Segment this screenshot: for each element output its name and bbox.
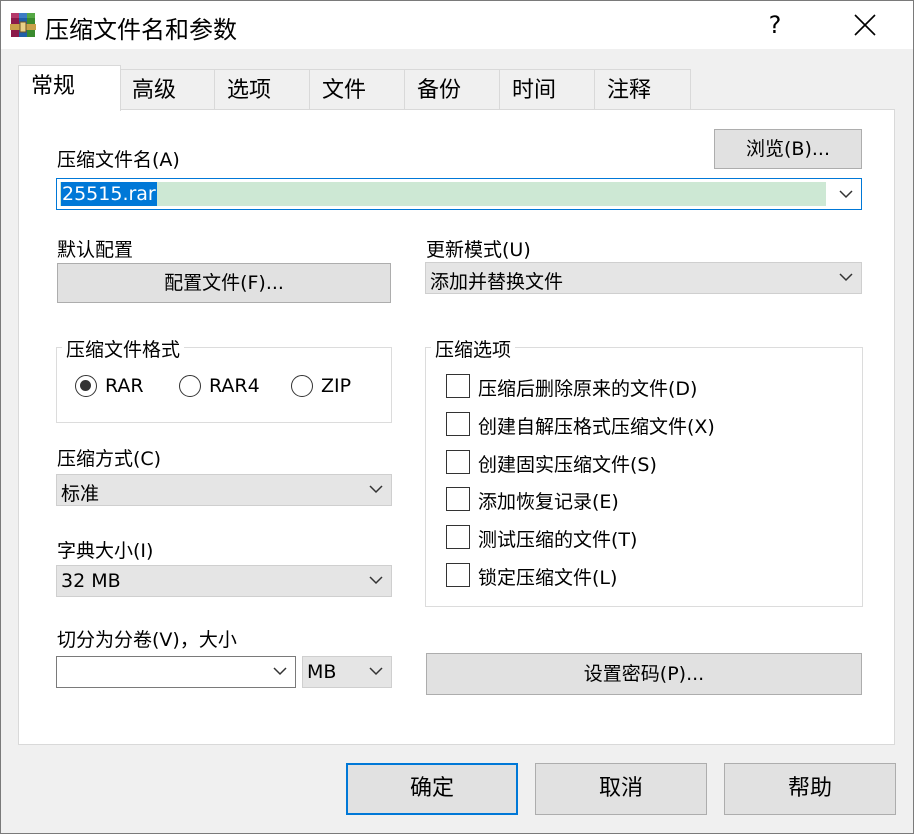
tab-time[interactable]: 时间 (499, 69, 595, 109)
close-icon (854, 14, 876, 36)
close-button[interactable] (837, 1, 893, 49)
archive-name-combo[interactable]: 25515.rar (56, 178, 862, 210)
dialog-window: 压缩文件名和参数 ? 常规 高级 选项 文件 备份 时间 注释 压缩文件名(A)… (0, 0, 914, 834)
format-zip-label[interactable]: ZIP (321, 375, 351, 397)
default-profile-label: 默认配置 (57, 239, 134, 261)
title-bar: 压缩文件名和参数 ? (1, 1, 913, 49)
tab-comment[interactable]: 注释 (594, 69, 691, 109)
archive-format-title: 压缩文件格式 (62, 335, 185, 362)
split-size-combo[interactable] (56, 656, 296, 688)
archive-name-input[interactable]: 25515.rar (61, 182, 157, 206)
update-mode-value: 添加并替换文件 (430, 271, 564, 293)
set-password-button[interactable]: 设置密码(P)... (426, 653, 862, 695)
help-titlebar-button[interactable]: ? (747, 1, 803, 49)
cancel-button[interactable]: 取消 (535, 763, 707, 815)
tab-files[interactable]: 文件 (309, 69, 405, 109)
dictionary-value: 32 MB (61, 570, 121, 592)
format-rar4-label[interactable]: RAR4 (209, 375, 260, 397)
archive-name-label: 压缩文件名(A) (57, 149, 180, 171)
split-unit-select[interactable]: MB (302, 656, 392, 688)
window-title: 压缩文件名和参数 (45, 16, 237, 44)
split-unit-value: MB (307, 661, 337, 683)
chevron-down-icon (839, 273, 853, 282)
test-files-label[interactable]: 测试压缩的文件(T) (478, 525, 637, 552)
recovery-record-label[interactable]: 添加恢复记录(E) (478, 487, 619, 514)
archive-options-title: 压缩选项 (431, 335, 516, 362)
recovery-record-checkbox[interactable] (446, 487, 470, 511)
browse-button[interactable]: 浏览(B)... (714, 129, 862, 169)
lock-archive-label[interactable]: 锁定压缩文件(L) (478, 563, 617, 590)
update-mode-label: 更新模式(U) (426, 239, 531, 261)
format-zip-radio[interactable] (291, 375, 313, 397)
tab-general[interactable]: 常规 (18, 65, 121, 111)
method-select[interactable]: 标准 (56, 474, 392, 506)
test-files-checkbox[interactable] (446, 525, 470, 549)
update-mode-select[interactable]: 添加并替换文件 (425, 262, 862, 294)
delete-after-label[interactable]: 压缩后删除原来的文件(D) (478, 374, 697, 401)
method-label: 压缩方式(C) (57, 448, 162, 470)
ok-button[interactable]: 确定 (346, 763, 518, 815)
split-label: 切分为分卷(V)，大小 (57, 629, 237, 651)
profiles-button[interactable]: 配置文件(F)... (57, 263, 391, 303)
radio-selected-dot (80, 380, 91, 391)
format-rar4-radio[interactable] (179, 375, 201, 397)
format-rar-label[interactable]: RAR (105, 375, 144, 397)
dictionary-select[interactable]: 32 MB (56, 565, 392, 597)
tab-advanced[interactable]: 高级 (119, 69, 215, 109)
help-button[interactable]: 帮助 (724, 763, 896, 815)
lock-archive-checkbox[interactable] (446, 563, 470, 587)
archive-name-highlight (60, 182, 826, 206)
format-rar-radio[interactable] (75, 375, 97, 397)
method-value: 标准 (61, 483, 100, 505)
chevron-down-icon (369, 485, 383, 494)
sfx-checkbox[interactable] (446, 412, 470, 436)
chevron-down-icon (369, 667, 383, 676)
chevron-down-icon[interactable] (273, 666, 287, 676)
tab-backup[interactable]: 备份 (404, 69, 500, 109)
dictionary-label: 字典大小(I) (57, 540, 154, 562)
sfx-label[interactable]: 创建自解压格式压缩文件(X) (478, 412, 715, 439)
solid-checkbox[interactable] (446, 450, 470, 474)
winrar-app-icon (10, 13, 36, 37)
delete-after-checkbox[interactable] (446, 374, 470, 398)
chevron-down-icon (369, 576, 383, 585)
solid-label[interactable]: 创建固实压缩文件(S) (478, 450, 657, 477)
chevron-down-icon[interactable] (839, 189, 853, 199)
tab-options[interactable]: 选项 (214, 69, 310, 109)
